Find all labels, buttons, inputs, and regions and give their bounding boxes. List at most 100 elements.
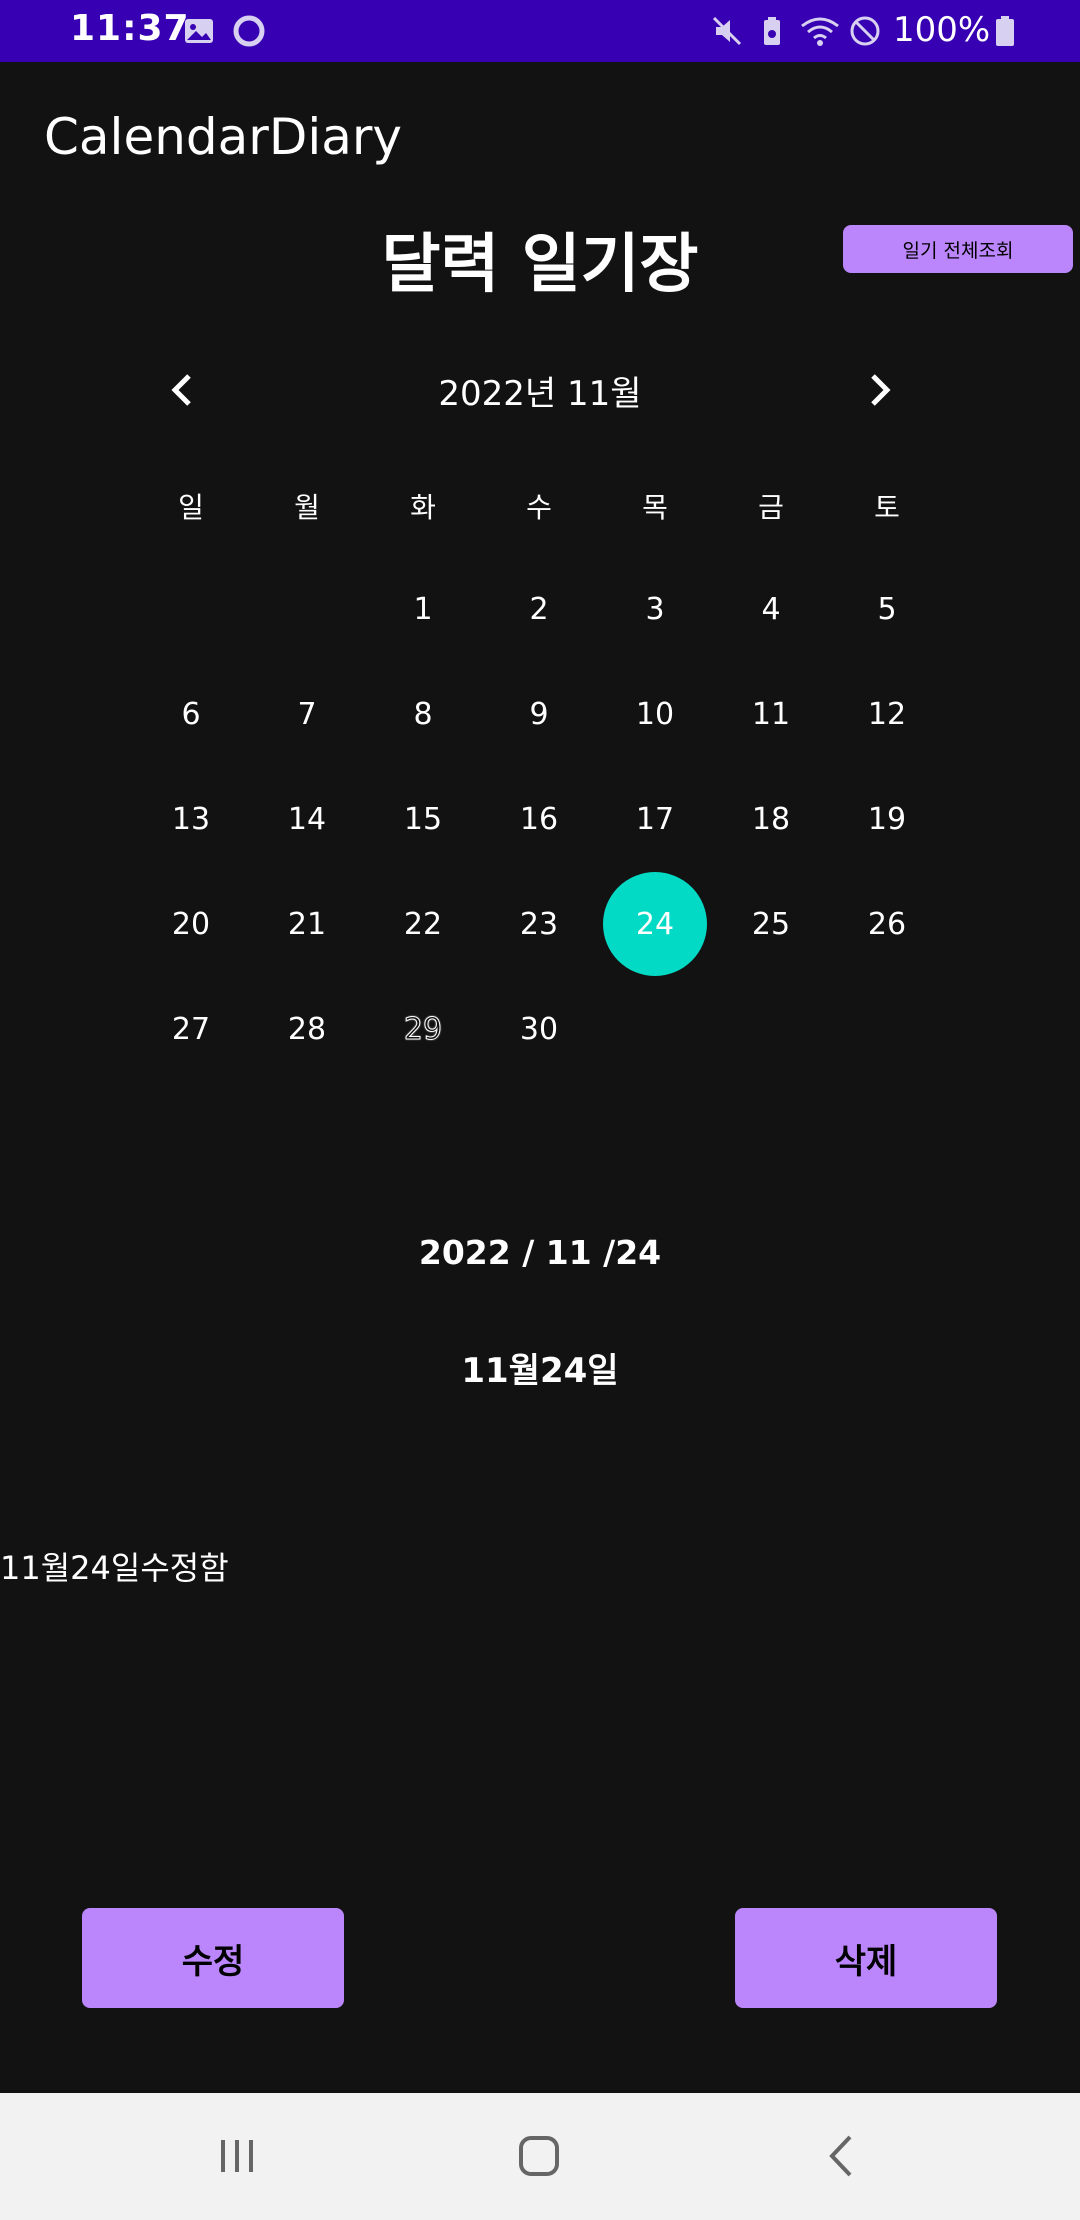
calendar-day-number: 12: [867, 696, 907, 732]
calendar-day[interactable]: 27: [133, 977, 249, 1081]
circle-sync-icon: [232, 14, 266, 48]
system-nav-bar: [0, 2093, 1080, 2220]
calendar-day[interactable]: 9: [481, 662, 597, 766]
calendar-day[interactable]: 10: [597, 662, 713, 766]
app-title: CalendarDiary: [44, 108, 403, 166]
calendar-day[interactable]: 23: [481, 872, 597, 976]
calendar-day-number: 21: [287, 906, 327, 942]
diary-entry-title: 11월24일: [461, 1351, 619, 1391]
calendar-day-number: 25: [751, 906, 791, 942]
status-time: 11:37: [70, 8, 190, 49]
selected-date: 2022 / 11 /24: [418, 1233, 662, 1272]
chevron-right-icon: [871, 374, 891, 406]
calendar-day[interactable]: 22: [365, 872, 481, 976]
calendar-day[interactable]: 18: [713, 767, 829, 871]
calendar-day[interactable]: 8: [365, 662, 481, 766]
calendar-day[interactable]: 15: [365, 767, 481, 871]
weekday-label: 화: [410, 491, 436, 524]
calendar-day-number: 4: [761, 591, 781, 627]
calendar-day-number: 24: [635, 906, 675, 942]
recent-apps-button[interactable]: [202, 2123, 272, 2189]
calendar-empty-cell: [249, 557, 365, 661]
calendar-day-number: 26: [867, 906, 907, 942]
next-month-button[interactable]: [855, 365, 905, 415]
calendar-day[interactable]: 20: [133, 872, 249, 976]
calendar-day[interactable]: 5: [829, 557, 945, 661]
battery-saver-icon: [755, 14, 789, 48]
battery-icon: [988, 14, 1022, 48]
calendar-day[interactable]: 28: [249, 977, 365, 1081]
delete-button[interactable]: 삭제: [735, 1908, 997, 2008]
home-icon: [519, 2136, 559, 2176]
calendar-day-number: 28: [287, 1011, 327, 1047]
calendar-day[interactable]: 21: [249, 872, 365, 976]
calendar-day[interactable]: 30: [481, 977, 597, 1081]
calendar-day[interactable]: 25: [713, 872, 829, 976]
do-not-disturb-icon: [848, 14, 882, 48]
weekday-label: 수: [526, 491, 552, 524]
calendar-day[interactable]: 29: [365, 977, 481, 1081]
calendar-week-row: 20 21 22 23 24 25 26: [133, 872, 945, 976]
calendar-day-number: 14: [287, 801, 327, 837]
calendar-day-number: 6: [181, 696, 201, 732]
calendar-day[interactable]: 4: [713, 557, 829, 661]
calendar-day[interactable]: 16: [481, 767, 597, 871]
calendar-day-number: 18: [751, 801, 791, 837]
calendar-empty-cell: [713, 977, 829, 1081]
calendar-day-number: 30: [519, 1011, 559, 1047]
calendar-day[interactable]: 13: [133, 767, 249, 871]
weekday-label: 금: [758, 491, 784, 524]
calendar-day-number: 27: [171, 1011, 211, 1047]
calendar-day[interactable]: 17: [597, 767, 713, 871]
calendar-week-row: 27 28 29 30: [133, 977, 945, 1081]
calendar-day-number: 10: [635, 696, 675, 732]
back-button[interactable]: [807, 2123, 877, 2189]
calendar-day-number: 15: [403, 801, 443, 837]
calendar-day[interactable]: 11: [713, 662, 829, 766]
calendar-day-number: 3: [645, 591, 665, 627]
calendar-day-number: 23: [519, 906, 559, 942]
wifi-icon: [798, 14, 842, 48]
calendar-day[interactable]: 24: [597, 872, 713, 976]
calendar-day-number: 11: [751, 696, 791, 732]
month-label: 2022년 11월: [438, 374, 642, 414]
calendar-day-number: 13: [171, 801, 211, 837]
diary-entry-content: 11월24일수정함: [0, 1549, 229, 1587]
image-icon: [182, 14, 216, 48]
status-bar: 11:37 100%: [0, 0, 1080, 62]
calendar-day[interactable]: 12: [829, 662, 945, 766]
calendar-day-number: 9: [529, 696, 549, 732]
view-all-diaries-button[interactable]: 일기 전체조회: [843, 225, 1073, 273]
calendar-day[interactable]: 6: [133, 662, 249, 766]
weekday-header: 일 월 화 수 목 금 토: [133, 486, 945, 526]
calendar-empty-cell: [829, 977, 945, 1081]
home-button[interactable]: [504, 2123, 574, 2189]
calendar-week-row: 1 2 3 4 5: [133, 557, 945, 661]
weekday-label: 토: [874, 491, 900, 524]
calendar-day-number: 17: [635, 801, 675, 837]
calendar-day-number: 8: [413, 696, 433, 732]
calendar-day-number: 29: [403, 1011, 443, 1047]
calendar-day[interactable]: 1: [365, 557, 481, 661]
calendar-day-number: 2: [529, 591, 549, 627]
calendar-day-number: 22: [403, 906, 443, 942]
calendar-day[interactable]: 2: [481, 557, 597, 661]
calendar-day-number: 16: [519, 801, 559, 837]
calendar-week-row: 13 14 15 16 17 18 19: [133, 767, 945, 871]
calendar-day-number: 1: [413, 591, 433, 627]
battery-percent: 100%: [893, 10, 991, 50]
calendar-day[interactable]: 26: [829, 872, 945, 976]
back-icon: [829, 2135, 852, 2177]
calendar-week-row: 6 7 8 9 10 11 12: [133, 662, 945, 766]
calendar-empty-cell: [133, 557, 249, 661]
calendar-day-number: 5: [877, 591, 897, 627]
calendar-day[interactable]: 14: [249, 767, 365, 871]
weekday-label: 월: [294, 491, 320, 524]
calendar-day-number: 19: [867, 801, 907, 837]
calendar-day[interactable]: 3: [597, 557, 713, 661]
calendar-day[interactable]: 7: [249, 662, 365, 766]
edit-button[interactable]: 수정: [82, 1908, 344, 2008]
weekday-label: 일: [178, 491, 204, 524]
calendar-day[interactable]: 19: [829, 767, 945, 871]
recent-apps-icon: [221, 2140, 253, 2172]
